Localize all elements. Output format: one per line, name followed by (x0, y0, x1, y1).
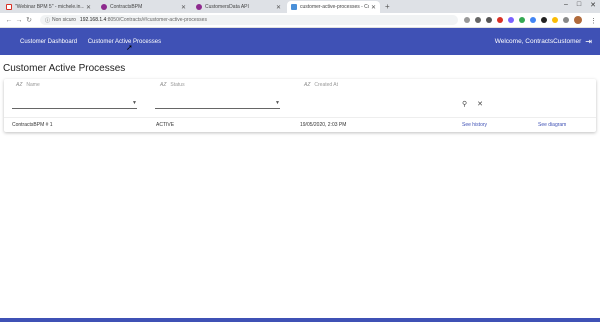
column-label: Name (26, 82, 40, 88)
page-icon (291, 4, 297, 10)
security-label: Non sicuro (52, 17, 76, 23)
filter-actions: ⚲ ✕ (462, 100, 483, 108)
bpm-icon (101, 4, 107, 10)
app-header: Customer Dashboard Customer Active Proce… (0, 28, 600, 55)
cell-created: 19/05/2020, 2:03 PM (300, 122, 347, 128)
column-label: Status (170, 82, 185, 88)
minimize-icon[interactable]: – (564, 1, 568, 9)
url-path: :8050/Contracts/#/customer-active-proces… (106, 17, 207, 23)
extension-icon[interactable] (563, 17, 569, 23)
gmail-icon (6, 4, 12, 10)
translate-icon[interactable] (464, 17, 470, 23)
tab-title: "Webinar BPM 5" - michele.in... (15, 4, 84, 10)
back-icon[interactable]: ← (4, 17, 14, 24)
sort-az-icon[interactable]: AZ (304, 82, 310, 88)
new-tab-icon[interactable]: + (385, 1, 390, 13)
clear-icon[interactable]: ✕ (477, 100, 483, 108)
close-tab-icon[interactable]: ✕ (276, 4, 281, 11)
column-label: Created At (314, 82, 339, 88)
nav-customer-active-processes[interactable]: Customer Active Processes (88, 39, 161, 45)
mouse-cursor-icon: ➚ (126, 43, 133, 52)
profile-avatar[interactable] (574, 16, 582, 24)
window-controls: – □ ✕ (564, 1, 596, 9)
reload-icon[interactable]: ↻ (24, 16, 34, 24)
app-nav: Customer Dashboard Customer Active Proce… (20, 39, 170, 45)
column-created-at[interactable]: AZ Created At (304, 82, 448, 88)
column-status[interactable]: AZ Status (160, 82, 304, 88)
welcome-text: Welcome, ContractsCustomer (494, 38, 582, 45)
extension-icon[interactable] (508, 17, 514, 23)
extension-icon[interactable] (552, 17, 558, 23)
url-host: 192.168.1.4 (79, 17, 107, 23)
browser-tab[interactable]: ContractsBPM ✕ (97, 1, 190, 13)
browser-tab[interactable]: CustomersData API ✕ (192, 1, 285, 13)
bpm-icon (196, 4, 202, 10)
extension-icon[interactable] (497, 17, 503, 23)
status-filter-select[interactable]: ▼ (155, 99, 280, 109)
browser-toolbar: ← → ↻ ⓘ Non sicuro 192.168.1.4:8050/Cont… (0, 13, 600, 28)
menu-icon[interactable]: ⋮ (590, 17, 597, 25)
name-filter-select[interactable]: ▼ (12, 99, 137, 109)
browser-tab-strip: "Webinar BPM 5" - michele.in... ✕ Contra… (0, 0, 600, 13)
extension-icon[interactable] (486, 17, 492, 23)
logout-icon[interactable]: ⇥ (585, 37, 592, 46)
star-icon[interactable] (475, 17, 481, 23)
close-tab-icon[interactable]: ✕ (181, 4, 186, 11)
tab-title: customer-active-processes - Co (300, 4, 369, 10)
search-icon[interactable]: ⚲ (462, 100, 467, 108)
extensions-area: ⋮ (464, 16, 597, 25)
forward-icon[interactable]: → (14, 17, 24, 24)
column-name[interactable]: AZ Name (16, 82, 160, 88)
chevron-down-icon: ▼ (275, 100, 280, 106)
see-diagram-link[interactable]: See diagram (538, 122, 566, 128)
url-text: 192.168.1.4:8050/Contracts/#/customer-ac… (80, 17, 207, 23)
maximize-icon[interactable]: □ (577, 1, 581, 9)
close-tab-icon[interactable]: ✕ (86, 4, 91, 11)
close-window-icon[interactable]: ✕ (590, 1, 596, 9)
page-title: Customer Active Processes (3, 63, 126, 74)
extension-icon[interactable] (519, 17, 525, 23)
tab-title: CustomersData API (205, 4, 249, 10)
close-tab-icon[interactable]: ✕ (371, 4, 376, 11)
footer-bar (0, 318, 600, 322)
address-bar[interactable]: ⓘ Non sicuro 192.168.1.4:8050/Contracts/… (40, 15, 458, 25)
info-icon[interactable]: ⓘ (45, 17, 50, 24)
cell-name: ContractsBPM # 1 (12, 122, 53, 128)
processes-table: AZ Name AZ Status AZ Created At ▼ ▼ ⚲ ✕ … (4, 79, 596, 132)
extension-icon[interactable] (530, 17, 536, 23)
see-history-link[interactable]: See history (462, 122, 538, 128)
cell-status: ACTIVE (156, 122, 175, 128)
nav-customer-dashboard[interactable]: Customer Dashboard (20, 39, 77, 45)
extension-icon[interactable] (541, 17, 547, 23)
filter-row: ▼ ▼ ⚲ ✕ (4, 91, 596, 117)
chevron-down-icon: ▼ (132, 100, 137, 106)
sort-az-icon[interactable]: AZ (160, 82, 166, 88)
tab-title: ContractsBPM (110, 4, 143, 10)
table-row: ContractsBPM # 1 ACTIVE 19/05/2020, 2:03… (4, 117, 596, 132)
sort-az-icon[interactable]: AZ (16, 82, 22, 88)
browser-tab-active[interactable]: customer-active-processes - Co ✕ (287, 1, 380, 13)
browser-tab[interactable]: "Webinar BPM 5" - michele.in... ✕ (2, 1, 95, 13)
table-header: AZ Name AZ Status AZ Created At (4, 79, 596, 91)
